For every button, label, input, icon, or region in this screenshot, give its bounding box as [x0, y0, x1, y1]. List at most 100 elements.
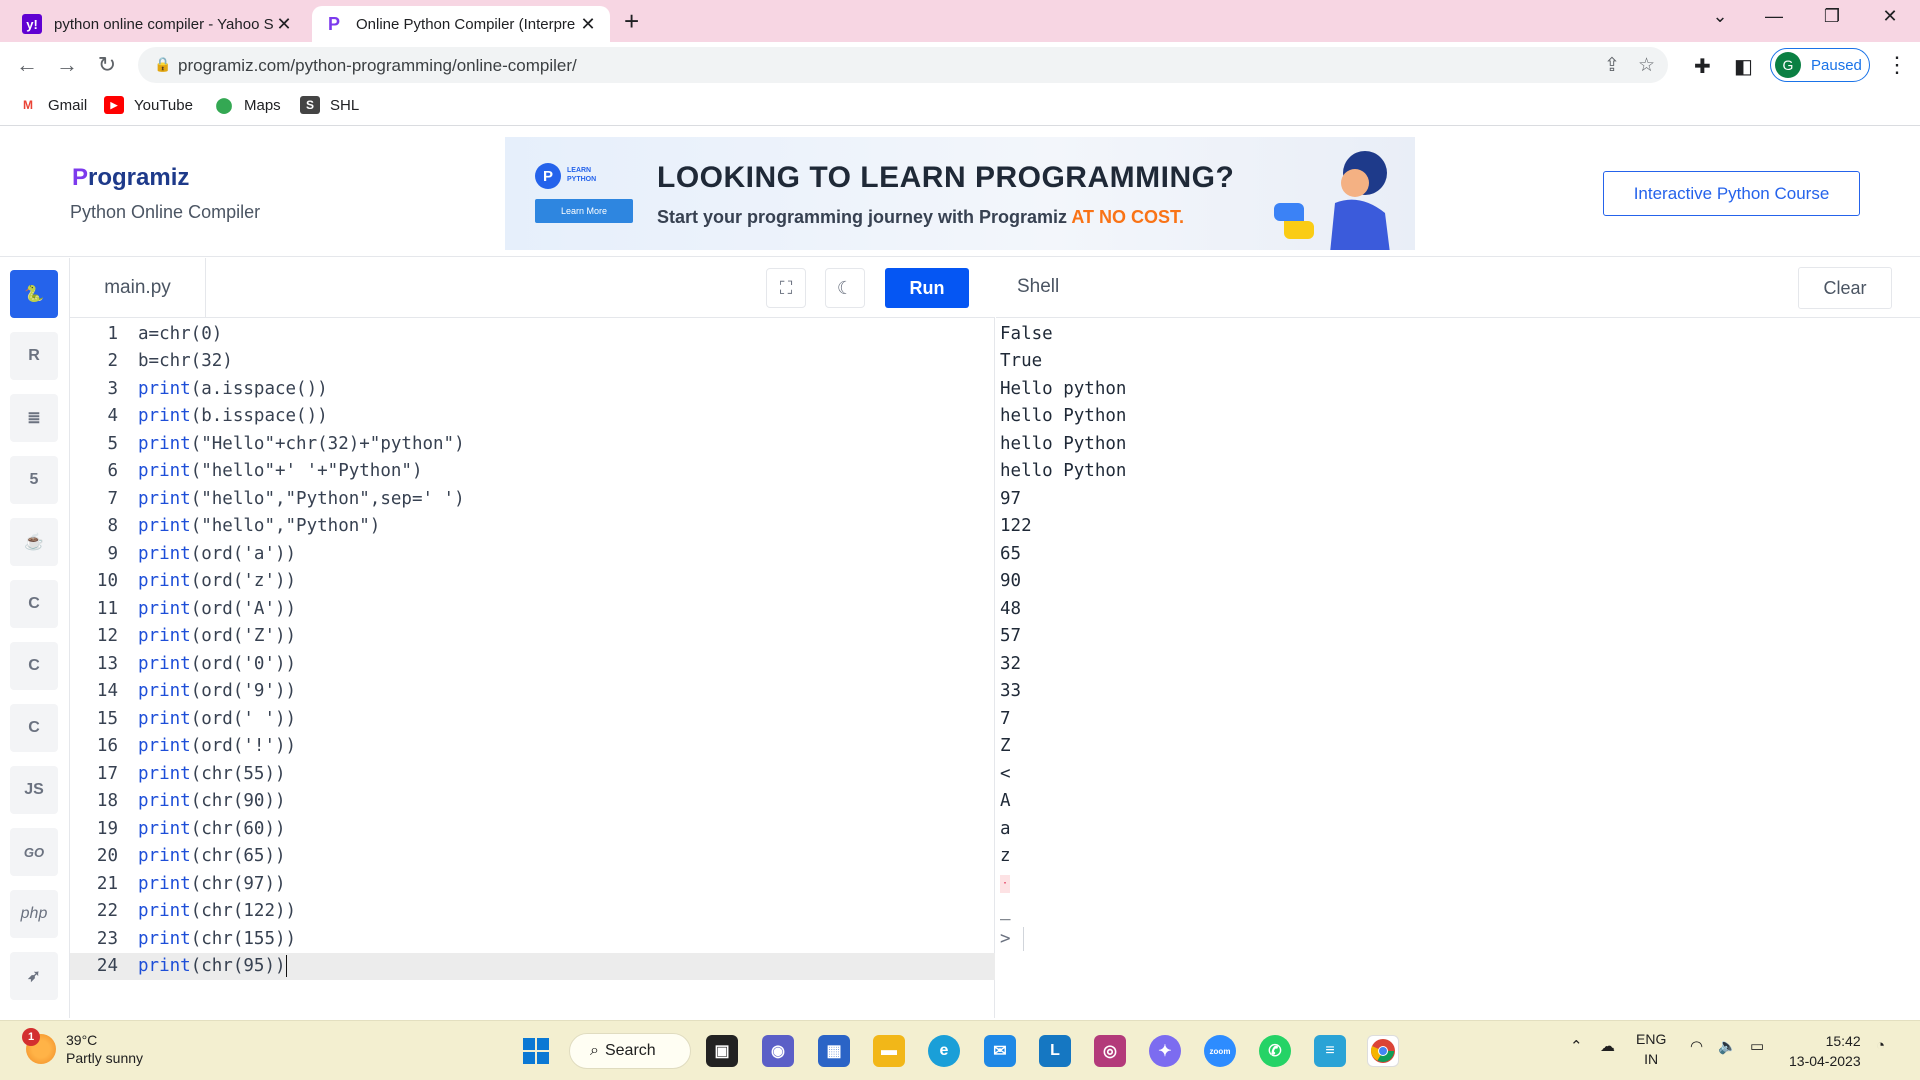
- clear-button[interactable]: Clear: [1798, 267, 1892, 309]
- zoom-icon[interactable]: zoom: [1204, 1035, 1236, 1067]
- output-line: a: [1000, 818, 1011, 839]
- browser-tab-yahoo[interactable]: y! python online compiler - Yahoo S ✕: [10, 6, 306, 42]
- sidebar-item-cpp[interactable]: C: [10, 642, 58, 690]
- code-line[interactable]: 23 print(chr(155)): [70, 925, 995, 953]
- code-line[interactable]: 14 print(ord('9')): [70, 678, 995, 706]
- run-button[interactable]: Run: [885, 268, 969, 308]
- sidebar-item-c[interactable]: C: [10, 580, 58, 628]
- side-panel-icon[interactable]: ◧: [1734, 54, 1753, 79]
- store-icon[interactable]: ▦: [818, 1035, 850, 1067]
- code-line[interactable]: 2 b=chr(32): [70, 348, 995, 376]
- code-line[interactable]: 11 print(ord('A')): [70, 595, 995, 623]
- code-line[interactable]: 18 print(chr(90)): [70, 788, 995, 816]
- battery-icon[interactable]: ▭: [1750, 1037, 1764, 1055]
- sidebar-item-swift[interactable]: ➶: [10, 952, 58, 1000]
- profile-button[interactable]: G Paused: [1770, 48, 1870, 82]
- reload-icon[interactable]: ↻: [92, 52, 122, 78]
- code-line[interactable]: 19 print(chr(60)): [70, 815, 995, 843]
- code-line[interactable]: 16 print(ord('!')): [70, 733, 995, 761]
- code-line[interactable]: 8 print("hello","Python"): [70, 513, 995, 541]
- code-line[interactable]: 9 print(ord('a')): [70, 540, 995, 568]
- notepad-icon[interactable]: ≡: [1314, 1035, 1346, 1067]
- taskbar-search[interactable]: ⌕ Search: [569, 1033, 691, 1069]
- code-line[interactable]: 3 print(a.isspace()): [70, 375, 995, 403]
- bookmark-shl[interactable]: S SHL: [300, 96, 359, 114]
- address-bar[interactable]: 🔒 programiz.com/python-programming/onlin…: [138, 47, 1668, 83]
- output-line: 97: [1000, 488, 1022, 509]
- code-line[interactable]: 21 print(chr(97)): [70, 870, 995, 898]
- ad-banner[interactable]: P LEARN PYTHON Learn More LOOKING TO LEA…: [505, 137, 1415, 250]
- code-line[interactable]: 13 print(ord('0')): [70, 650, 995, 678]
- code-line[interactable]: 7 print("hello","Python",sep=' '): [70, 485, 995, 513]
- restore-icon[interactable]: ❐: [1812, 6, 1852, 27]
- learn-more-button[interactable]: Learn More: [535, 199, 633, 223]
- notifications-icon[interactable]: ◔: [1876, 1037, 1885, 1054]
- output-line: A: [1000, 791, 1011, 812]
- sidebar-item-javascript[interactable]: JS: [10, 766, 58, 814]
- sidebar-item-go[interactable]: GO: [10, 828, 58, 876]
- menu-icon[interactable]: ⋮: [1886, 52, 1908, 78]
- sidebar-item-python[interactable]: 🐍: [10, 270, 58, 318]
- edge-icon[interactable]: e: [928, 1035, 960, 1067]
- sidebar-item-html[interactable]: 5: [10, 456, 58, 504]
- windows-start-icon[interactable]: [520, 1035, 552, 1067]
- code-line[interactable]: 22 print(chr(122)): [70, 898, 995, 926]
- window-close-icon[interactable]: ✕: [1870, 6, 1910, 27]
- whatsapp-icon[interactable]: ✆: [1259, 1035, 1291, 1067]
- fullscreen-icon[interactable]: ⛶: [766, 268, 806, 308]
- file-tab-main[interactable]: main.py: [70, 258, 206, 318]
- language-indicator[interactable]: ENG IN: [1636, 1029, 1666, 1069]
- back-icon[interactable]: ←: [12, 52, 42, 78]
- code-line[interactable]: 6 print("hello"+' '+"Python"): [70, 458, 995, 486]
- chrome-icon[interactable]: [1367, 1035, 1399, 1067]
- teams-icon[interactable]: ◉: [762, 1035, 794, 1067]
- sidebar-item-r[interactable]: R: [10, 332, 58, 380]
- code-line[interactable]: 10 print(ord('z')): [70, 568, 995, 596]
- bookmark-youtube[interactable]: ▶ YouTube: [104, 96, 193, 114]
- bookmark-gmail[interactable]: M Gmail: [18, 96, 87, 114]
- code-line[interactable]: 15 print(ord(' ')): [70, 705, 995, 733]
- chevron-up-icon[interactable]: ⌃: [1570, 1037, 1583, 1055]
- copilot-icon[interactable]: ✦: [1149, 1035, 1181, 1067]
- extensions-icon[interactable]: ✚: [1694, 54, 1711, 79]
- minimize-icon[interactable]: —: [1754, 6, 1794, 27]
- shell-output[interactable]: False True Hello python hello Python hello P…: [996, 318, 1920, 1018]
- lock-icon[interactable]: 🔒: [154, 56, 171, 73]
- code-line[interactable]: 5 print("Hello"+chr(32)+"python"): [70, 430, 995, 458]
- shell-prompt[interactable]: >: [1000, 925, 1024, 953]
- sidebar-item-php[interactable]: php: [10, 890, 58, 938]
- onedrive-icon[interactable]: ☁: [1600, 1037, 1615, 1055]
- weather-widget[interactable]: 1 39°C Partly sunny: [22, 1028, 143, 1067]
- file-explorer-icon[interactable]: ▬: [873, 1035, 905, 1067]
- bookmark-maps[interactable]: ⬤ Maps: [214, 96, 281, 115]
- dark-mode-icon[interactable]: ☾: [825, 268, 865, 308]
- go-icon: GO: [23, 844, 45, 860]
- code-line[interactable]: 17 print(chr(55)): [70, 760, 995, 788]
- task-view-icon[interactable]: ▣: [706, 1035, 738, 1067]
- close-icon[interactable]: ✕: [274, 14, 294, 35]
- code-line[interactable]: 24 print(chr(95)): [70, 952, 995, 980]
- mail-icon[interactable]: ✉: [984, 1035, 1016, 1067]
- l-app-icon[interactable]: L: [1039, 1035, 1071, 1067]
- code-line[interactable]: 1 a=chr(0): [70, 320, 995, 348]
- system-clock[interactable]: 15:42 13-04-2023: [1789, 1031, 1861, 1071]
- app-icon[interactable]: ◎: [1094, 1035, 1126, 1067]
- close-icon[interactable]: ✕: [578, 14, 598, 35]
- tab-search-icon[interactable]: ⌄: [1700, 6, 1740, 27]
- volume-icon[interactable]: 🔈: [1718, 1037, 1737, 1055]
- code-line[interactable]: 4 print(b.isspace()): [70, 403, 995, 431]
- wifi-icon[interactable]: ◠: [1690, 1037, 1703, 1055]
- sidebar-item-sql[interactable]: ≣: [10, 394, 58, 442]
- programiz-logo[interactable]: Programiz: [72, 164, 189, 192]
- interactive-python-course-button[interactable]: Interactive Python Course: [1603, 171, 1860, 216]
- sidebar-item-csharp[interactable]: C: [10, 704, 58, 752]
- sidebar-item-java[interactable]: ☕: [10, 518, 58, 566]
- code-line[interactable]: 12 print(ord('Z')): [70, 623, 995, 651]
- forward-icon[interactable]: →: [52, 52, 82, 78]
- share-icon[interactable]: ⇪: [1604, 54, 1620, 77]
- browser-tab-programiz[interactable]: P Online Python Compiler (Interpre ✕: [312, 6, 610, 42]
- bookmark-star-icon[interactable]: ☆: [1638, 54, 1655, 77]
- code-editor[interactable]: 1 a=chr(0) 2 b=chr(32) 3 print(a.isspace()) 4 p…: [70, 318, 995, 1018]
- code-line[interactable]: 20 print(chr(65)): [70, 843, 995, 871]
- new-tab-button[interactable]: +: [624, 8, 639, 34]
